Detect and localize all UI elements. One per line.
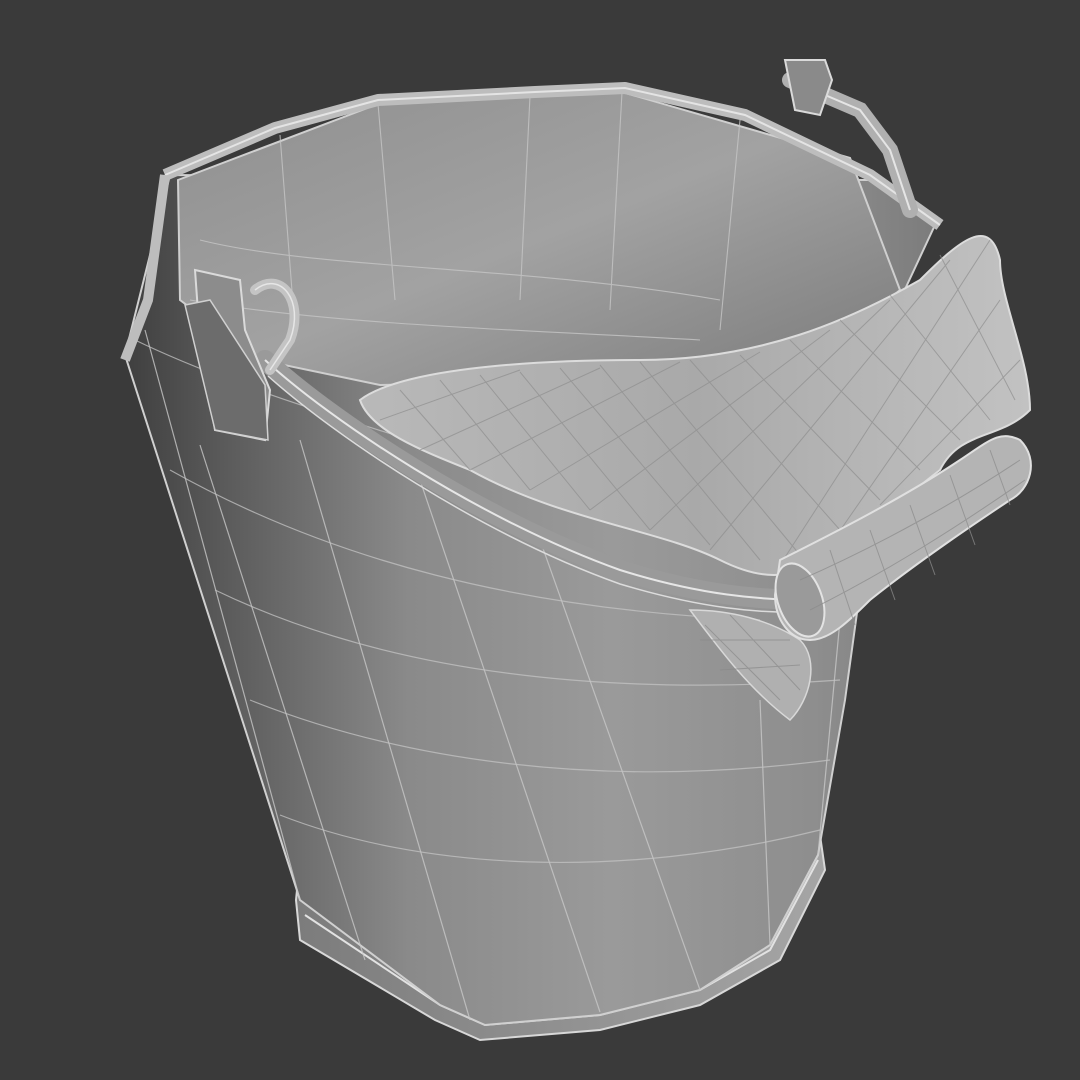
handle-lug-right <box>783 59 834 117</box>
bucket-render <box>120 59 1032 1042</box>
3d-viewport[interactable] <box>0 0 1080 1080</box>
